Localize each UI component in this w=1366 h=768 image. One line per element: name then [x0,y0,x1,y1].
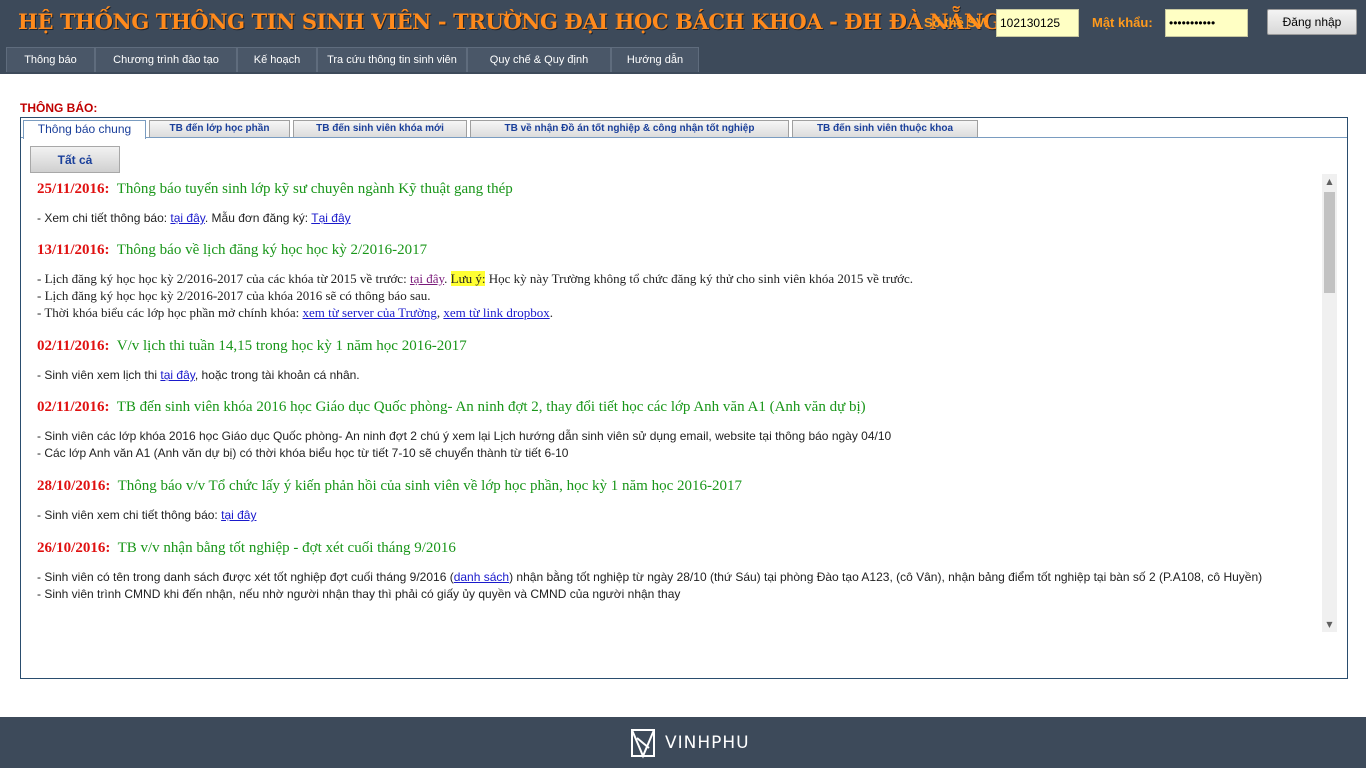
news-date: 25/11/2016: [37,181,110,197]
nav-item-guide[interactable]: Hướng dẫn [611,47,699,72]
all-button[interactable]: Tất cả [30,146,120,173]
news-line: - Thời khóa biểu các lớp học phần mở chí… [37,304,1322,321]
footer-logo-text: VINHPHU [665,733,750,753]
tab-course-class[interactable]: TB đến lớp học phần [149,120,290,137]
news-line: - Sinh viên xem chi tiết thông báo: tại … [37,507,1322,524]
news-date: 26/10/2016: [37,540,111,556]
news-scrollbar[interactable]: ▲ ▼ [1322,174,1337,632]
line-text: , hoặc trong tài khoản cá nhân. [194,368,360,382]
news-item: 13/11/2016: Thông báo về lịch đăng ký họ… [37,242,1322,321]
tab-new-students[interactable]: TB đến sinh viên khóa mới [293,120,467,137]
news-list: 25/11/2016: Thông báo tuyển sinh lớp kỹ … [30,174,1330,630]
news-date: 28/10/2016: [37,478,111,494]
news-line: - Xem chi tiết thông báo: tại đây. Mẫu đ… [37,210,1322,227]
line-text: . [444,271,451,286]
section-title: THÔNG BÁO: [20,101,98,115]
footer-bar: VINHPHU [0,717,1366,768]
announcement-panel: Thông báo chung TB đến lớp học phần TB đ… [20,117,1348,679]
news-headline[interactable]: TB v/v nhận bằng tốt nghiệp - đợt xét cu… [118,540,456,556]
news-headline[interactable]: Thông báo v/v Tổ chức lấy ý kiến phản hồ… [118,478,742,494]
news-date: 02/11/2016: [37,338,110,354]
news-title: 25/11/2016: Thông báo tuyển sinh lớp kỹ … [37,181,1322,198]
login-button[interactable]: Đăng nhập [1267,9,1357,35]
news-item: 25/11/2016: Thông báo tuyển sinh lớp kỹ … [37,181,1322,227]
line-text: . [549,305,553,320]
news-link[interactable]: xem từ link dropbox [443,305,549,320]
news-date: 13/11/2016: [37,242,110,258]
student-id-label: Số thẻ SV: [924,15,989,30]
news-title: 13/11/2016: Thông báo về lịch đăng ký họ… [37,242,1322,259]
nav-item-plan[interactable]: Kế hoạch [237,47,317,72]
nav-item-curriculum[interactable]: Chương trình đào tạo [95,47,237,72]
news-line: - Các lớp Anh văn A1 (Anh văn dự bị) có … [37,446,569,460]
news-line: - Sinh viên các lớp khóa 2016 học Giáo d… [37,429,892,443]
vinhphu-logo-icon [631,729,655,759]
tab-general[interactable]: Thông báo chung [23,120,146,139]
news-line: - Lịch đăng ký học học kỳ 2/2016-2017 củ… [37,270,1322,287]
note-highlight: Lưu ý: [450,271,486,286]
line-text: ) nhận bằng tốt nghiệp từ ngày 28/10 (th… [509,570,1263,584]
news-link[interactable]: tại đây [221,508,256,522]
line-text: - Sinh viên xem lịch thi [37,368,161,382]
news-line: - Sinh viên trình CMND khi đến nhận, nếu… [37,587,681,601]
news-link[interactable]: xem từ server của Trường [303,305,437,320]
news-item: 02/11/2016: V/v lịch thi tuần 14,15 tron… [37,338,1322,384]
line-text: - Thời khóa biểu các lớp học phần mở chí… [37,305,303,320]
header-bar: HỆ THỐNG THÔNG TIN SINH VIÊN - TRƯỜNG ĐẠ… [0,0,1366,74]
news-headline[interactable]: Thông báo về lịch đăng ký học học kỳ 2/2… [117,242,427,258]
footer-logo: VINHPHU [626,726,750,760]
news-line: - Sinh viên xem lịch thi tại đây, hoặc t… [37,367,1322,384]
tab-graduation[interactable]: TB về nhận Đồ án tốt nghiệp & công nhận … [470,120,789,137]
nav-item-regulations[interactable]: Quy chế & Quy định [467,47,611,72]
password-label: Mật khẩu: [1092,15,1153,30]
tab-bar: Thông báo chung TB đến lớp học phần TB đ… [23,120,981,139]
news-date: 02/11/2016: [37,399,110,415]
news-link[interactable]: Tại đây [311,211,350,225]
news-link[interactable]: danh sách [454,570,509,584]
site-title: HỆ THỐNG THÔNG TIN SINH VIÊN - TRƯỜNG ĐẠ… [18,9,1001,34]
news-title: 26/10/2016: TB v/v nhận bằng tốt nghiệp … [37,540,1322,557]
news-item: 26/10/2016: TB v/v nhận bằng tốt nghiệp … [37,540,1322,603]
news-title: 28/10/2016: Thông báo v/v Tổ chức lấy ý … [37,478,1322,495]
news-line: - Sinh viên có tên trong danh sách được … [37,569,1322,586]
news-link[interactable]: tại đây [410,271,444,286]
news-headline[interactable]: V/v lịch thi tuần 14,15 trong học kỳ 1 n… [117,338,467,354]
scroll-thumb[interactable] [1324,192,1335,293]
tab-faculty[interactable]: TB đến sinh viên thuộc khoa [792,120,978,137]
news-title: 02/11/2016: V/v lịch thi tuần 14,15 tron… [37,338,1322,355]
nav-item-student-lookup[interactable]: Tra cứu thông tin sinh viên [317,47,467,72]
news-link[interactable]: tại đây [160,368,194,382]
line-text: - Lịch đăng ký học học kỳ 2/2016-2017 củ… [37,271,410,286]
news-item: 28/10/2016: Thông báo v/v Tổ chức lấy ý … [37,478,1322,524]
line-text: . Mẫu đơn đăng ký: [204,211,312,225]
password-input[interactable] [1165,9,1248,37]
news-title: 02/11/2016: TB đến sinh viên khóa 2016 h… [37,399,1322,416]
news-headline[interactable]: Thông báo tuyển sinh lớp kỹ sư chuyên ng… [117,181,513,197]
nav-item-announcements[interactable]: Thông báo [6,47,95,72]
news-line: - Lịch đăng ký học học kỳ 2/2016-2017 củ… [37,288,431,303]
news-headline[interactable]: TB đến sinh viên khóa 2016 học Giáo dục … [117,399,866,415]
main-nav: Thông báo Chương trình đào tạo Kế hoạch … [6,47,699,72]
line-text: - Sinh viên xem chi tiết thông báo: [37,508,222,522]
line-text: - Xem chi tiết thông báo: [37,211,171,225]
scroll-up-arrow-icon[interactable]: ▲ [1322,174,1337,189]
line-text: Học kỳ này Trường không tổ chức đăng ký … [485,271,914,286]
news-link[interactable]: tại đây [170,211,204,225]
scroll-down-arrow-icon[interactable]: ▼ [1322,617,1337,632]
line-text: - Sinh viên có tên trong danh sách được … [37,570,454,584]
student-id-input[interactable] [996,9,1079,37]
news-item: 02/11/2016: TB đến sinh viên khóa 2016 h… [37,399,1322,462]
